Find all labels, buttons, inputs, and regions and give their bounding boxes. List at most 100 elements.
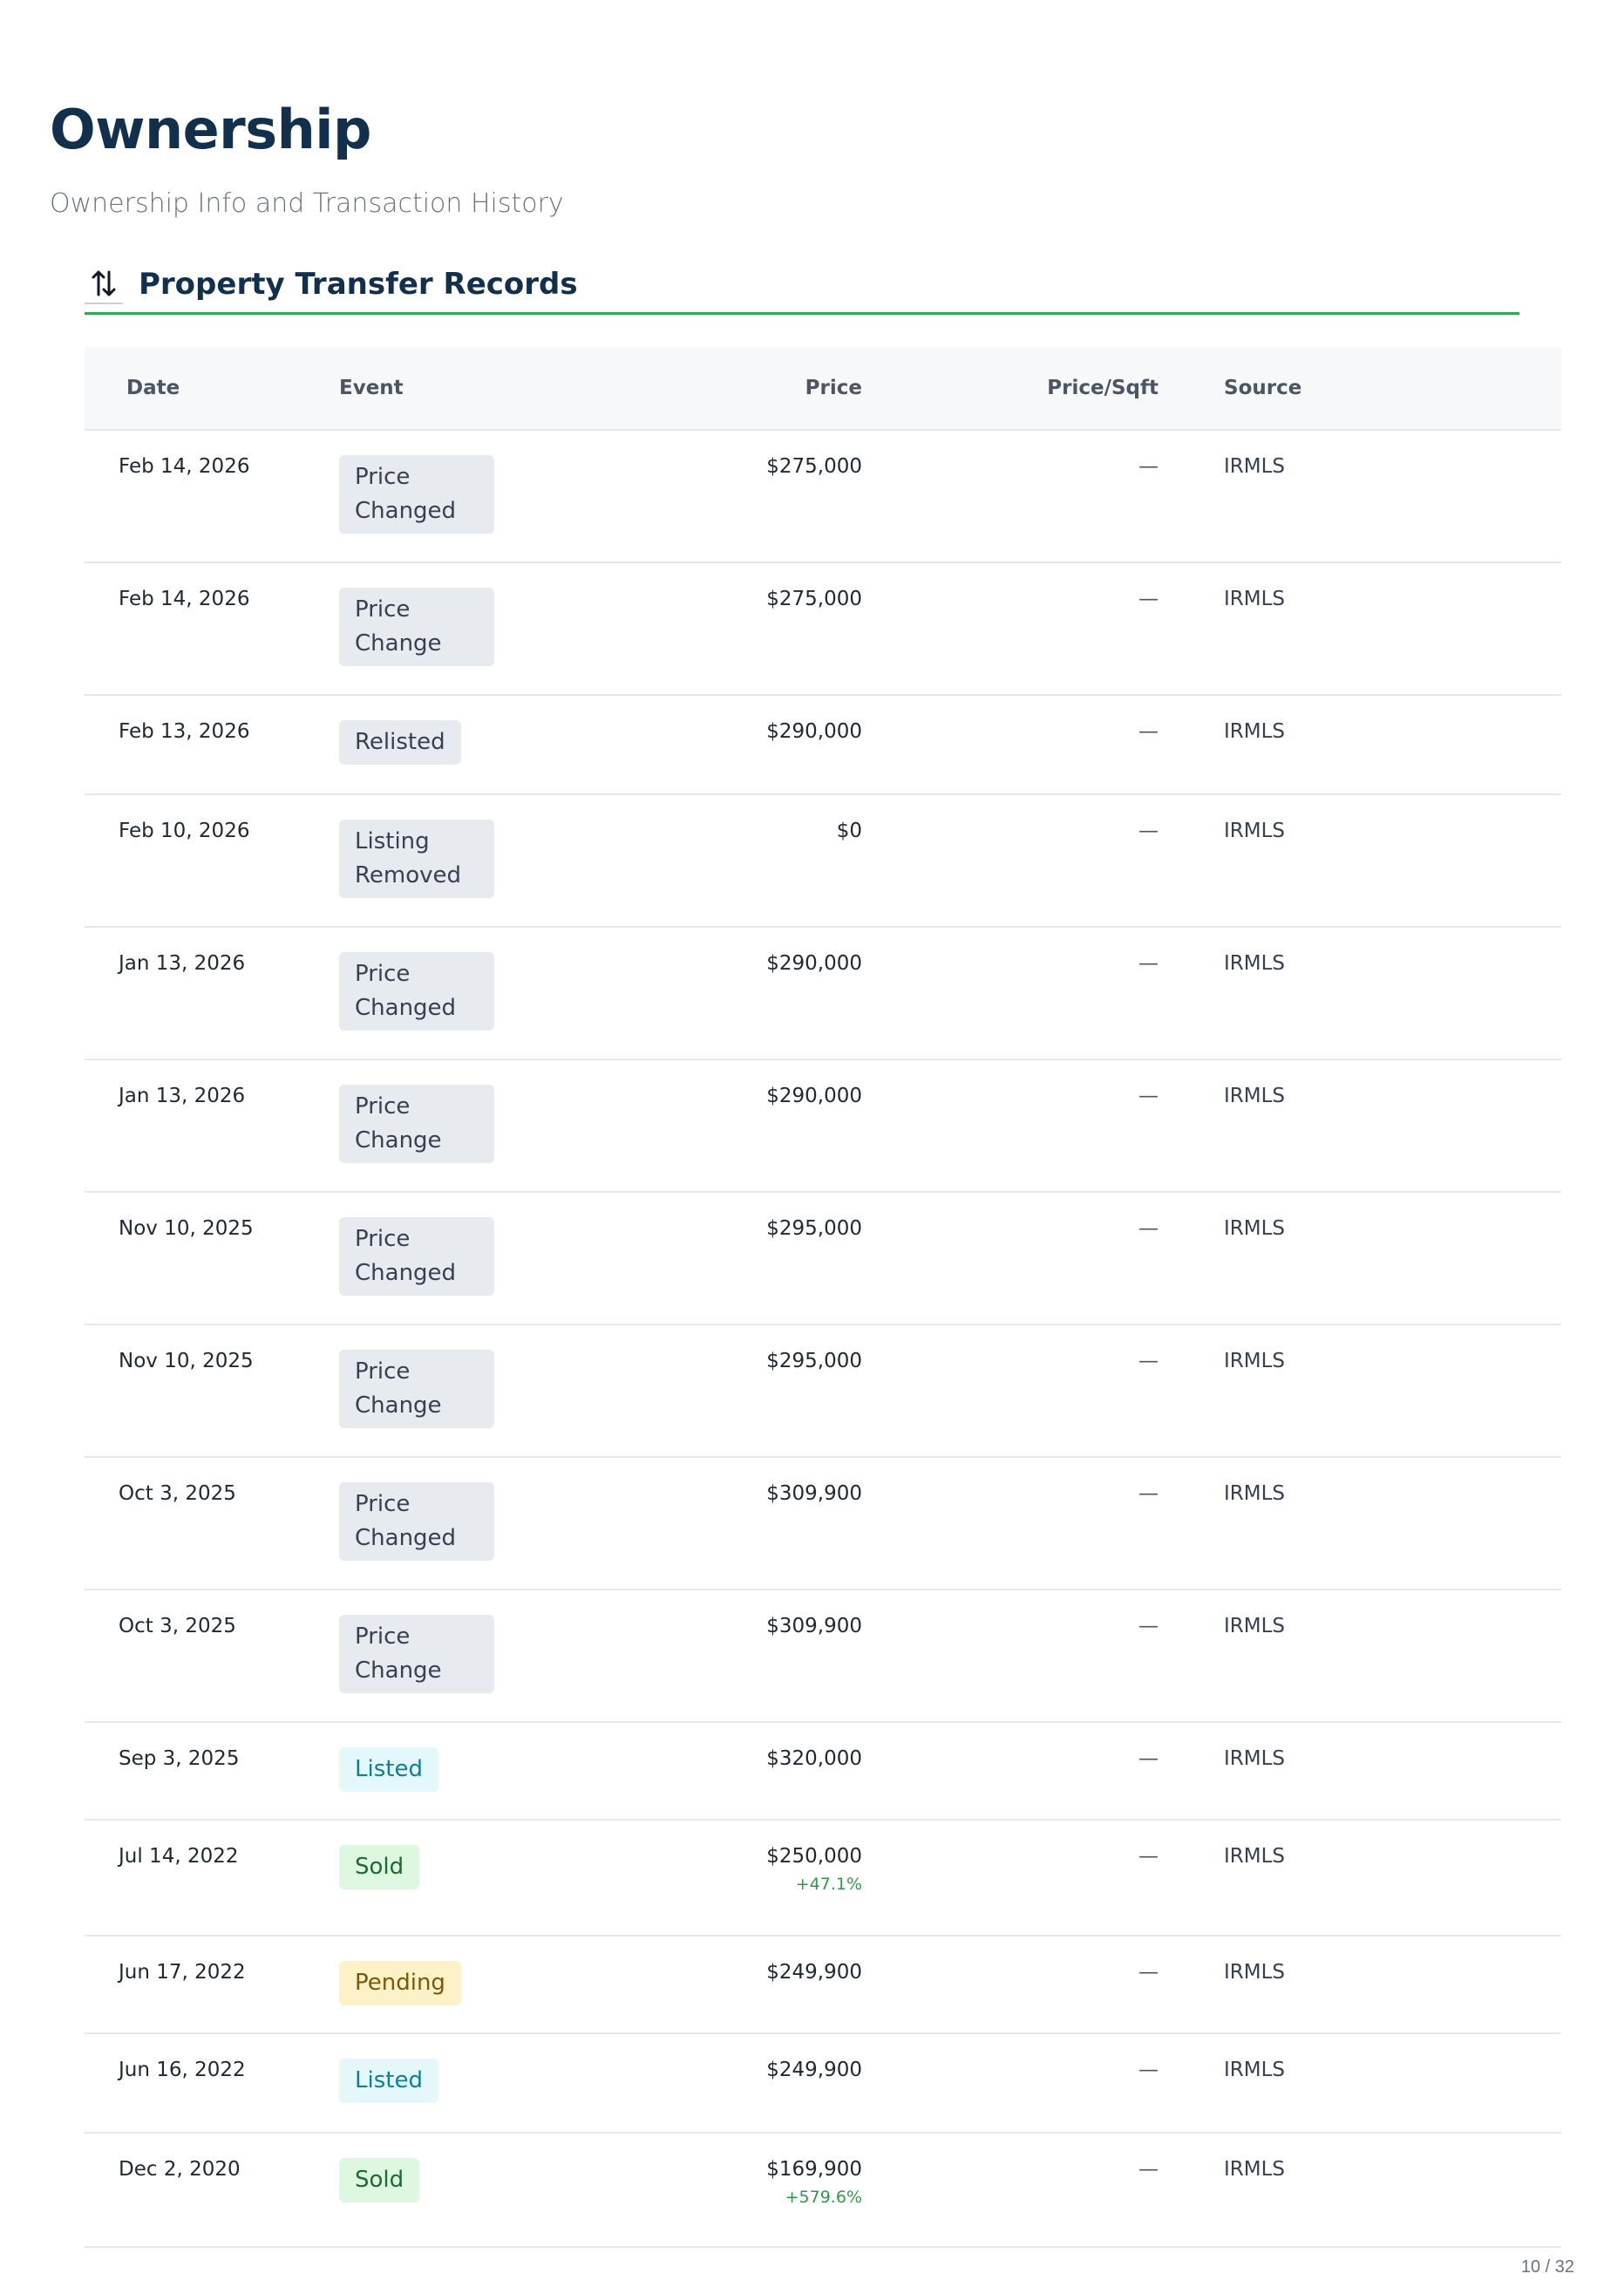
row-source: IRMLS [1224,952,1286,975]
table-row: Jan 13, 2026 Price Changed $290,000 — IRMLS [85,928,1561,1060]
row-price-sqft: — [1138,1961,1159,1984]
section-title: Property Transfer Records [139,267,578,302]
row-source: IRMLS [1224,1615,1286,1637]
row-event: Sold [339,2158,420,2202]
row-date: Jun 16, 2022 [119,2059,246,2081]
row-price-sqft: — [1138,720,1159,743]
table-header: Date Event Price Price/Sqft Source [85,347,1561,431]
row-event: Price Change [339,1615,494,1693]
event-badge: Pending [339,1961,461,2005]
event-badge: Sold [339,1845,420,1889]
row-date: Feb 14, 2026 [119,455,250,478]
price-value: $275,000 [766,455,862,478]
row-price: $309,900 [766,1482,862,1505]
header-event: Event [339,377,404,399]
row-source: IRMLS [1224,720,1286,743]
row-price: $169,900 +579.6% [766,2158,862,2207]
event-badge: Listing Removed [339,820,494,898]
row-price: $249,900 [766,1961,862,1984]
event-badge: Price Changed [339,1217,494,1296]
row-price: $249,900 [766,2059,862,2081]
row-price-sqft: — [1138,455,1159,478]
page-title: Ownership [50,98,371,161]
price-value: $295,000 [766,1217,862,1240]
row-price: $309,900 [766,1615,862,1637]
price-change-percent: +47.1% [795,1875,862,1894]
event-badge: Relisted [339,720,461,765]
table-row: Sep 3, 2025 Listed $320,000 — IRMLS [85,1723,1561,1821]
event-badge: Price Change [339,1085,494,1163]
row-source: IRMLS [1224,455,1286,478]
row-price: $290,000 [766,952,862,975]
row-price: $290,000 [766,1085,862,1107]
row-date: Jul 14, 2022 [119,1845,239,1868]
row-event: Price Changed [339,1482,494,1561]
row-date: Jan 13, 2026 [119,952,246,975]
row-event: Relisted [339,720,461,765]
table-row: Jan 13, 2026 Price Change $290,000 — IRMLS [85,1060,1561,1193]
table-row: Nov 10, 2025 Price Changed $295,000 — IRMLS [85,1193,1561,1325]
arrows-up-down-icon [85,264,123,304]
transfer-records-table: Date Event Price Price/Sqft Source Feb 1… [85,347,1561,2248]
row-price: $295,000 [766,1217,862,1240]
section-header: Property Transfer Records [85,256,1519,315]
table-row: Oct 3, 2025 Price Changed $309,900 — IRMLS [85,1458,1561,1590]
row-price-sqft: — [1138,952,1159,975]
row-source: IRMLS [1224,2059,1286,2081]
price-value: $275,000 [766,588,862,610]
table-row: Jul 14, 2022 Sold $250,000 +47.1% — IRMLS [85,1821,1561,1937]
price-value: $309,900 [766,1615,862,1637]
row-source: IRMLS [1224,1217,1286,1240]
row-event: Price Changed [339,1217,494,1296]
row-event: Listed [339,1747,438,1792]
event-badge: Price Changed [339,952,494,1031]
event-badge: Listed [339,1747,438,1792]
row-source: IRMLS [1224,1085,1286,1107]
row-price-sqft: — [1138,820,1159,842]
page-subtitle: Ownership Info and Transaction History [50,188,564,219]
row-event: Price Change [339,1350,494,1428]
row-source: IRMLS [1224,1961,1286,1984]
row-date: Jan 13, 2026 [119,1085,246,1107]
price-value: $290,000 [766,952,862,975]
row-event: Sold [339,1845,420,1889]
row-event: Listed [339,2059,438,2103]
row-date: Oct 3, 2025 [119,1615,236,1637]
price-value: $249,900 [766,2059,862,2081]
price-value: $290,000 [766,1085,862,1107]
row-source: IRMLS [1224,1845,1286,1868]
row-price-sqft: — [1138,2158,1159,2181]
row-date: Feb 14, 2026 [119,588,250,610]
row-price: $320,000 [766,1747,862,1770]
header-price-sqft: Price/Sqft [1047,377,1159,399]
row-price: $295,000 [766,1350,862,1372]
row-date: Sep 3, 2025 [119,1747,240,1770]
price-value: $320,000 [766,1747,862,1770]
price-value: $295,000 [766,1350,862,1372]
event-badge: Sold [339,2158,420,2202]
row-event: Listing Removed [339,820,494,898]
price-change-percent: +579.6% [785,2188,862,2207]
row-price-sqft: — [1138,1217,1159,1240]
event-badge: Price Change [339,588,494,666]
row-source: IRMLS [1224,1350,1286,1372]
row-price: $0 [837,820,862,842]
table-row: Feb 10, 2026 Listing Removed $0 — IRMLS [85,795,1561,928]
row-date: Oct 3, 2025 [119,1482,236,1505]
table-row: Oct 3, 2025 Price Change $309,900 — IRMLS [85,1590,1561,1723]
row-price-sqft: — [1138,1482,1159,1505]
price-value: $249,900 [766,1961,862,1984]
row-date: Nov 10, 2025 [119,1350,254,1372]
row-price: $290,000 [766,720,862,743]
row-date: Feb 13, 2026 [119,720,250,743]
row-event: Price Changed [339,952,494,1031]
row-date: Feb 10, 2026 [119,820,250,842]
table-row: Dec 2, 2020 Sold $169,900 +579.6% — IRMLS [85,2134,1561,2248]
row-price: $275,000 [766,455,862,478]
row-price-sqft: — [1138,1615,1159,1637]
price-value: $169,900 [766,2158,862,2181]
row-price: $250,000 +47.1% [766,1845,862,1894]
row-event: Price Change [339,1085,494,1163]
row-source: IRMLS [1224,820,1286,842]
table-row: Feb 14, 2026 Price Changed $275,000 — IRMLS [85,431,1561,563]
